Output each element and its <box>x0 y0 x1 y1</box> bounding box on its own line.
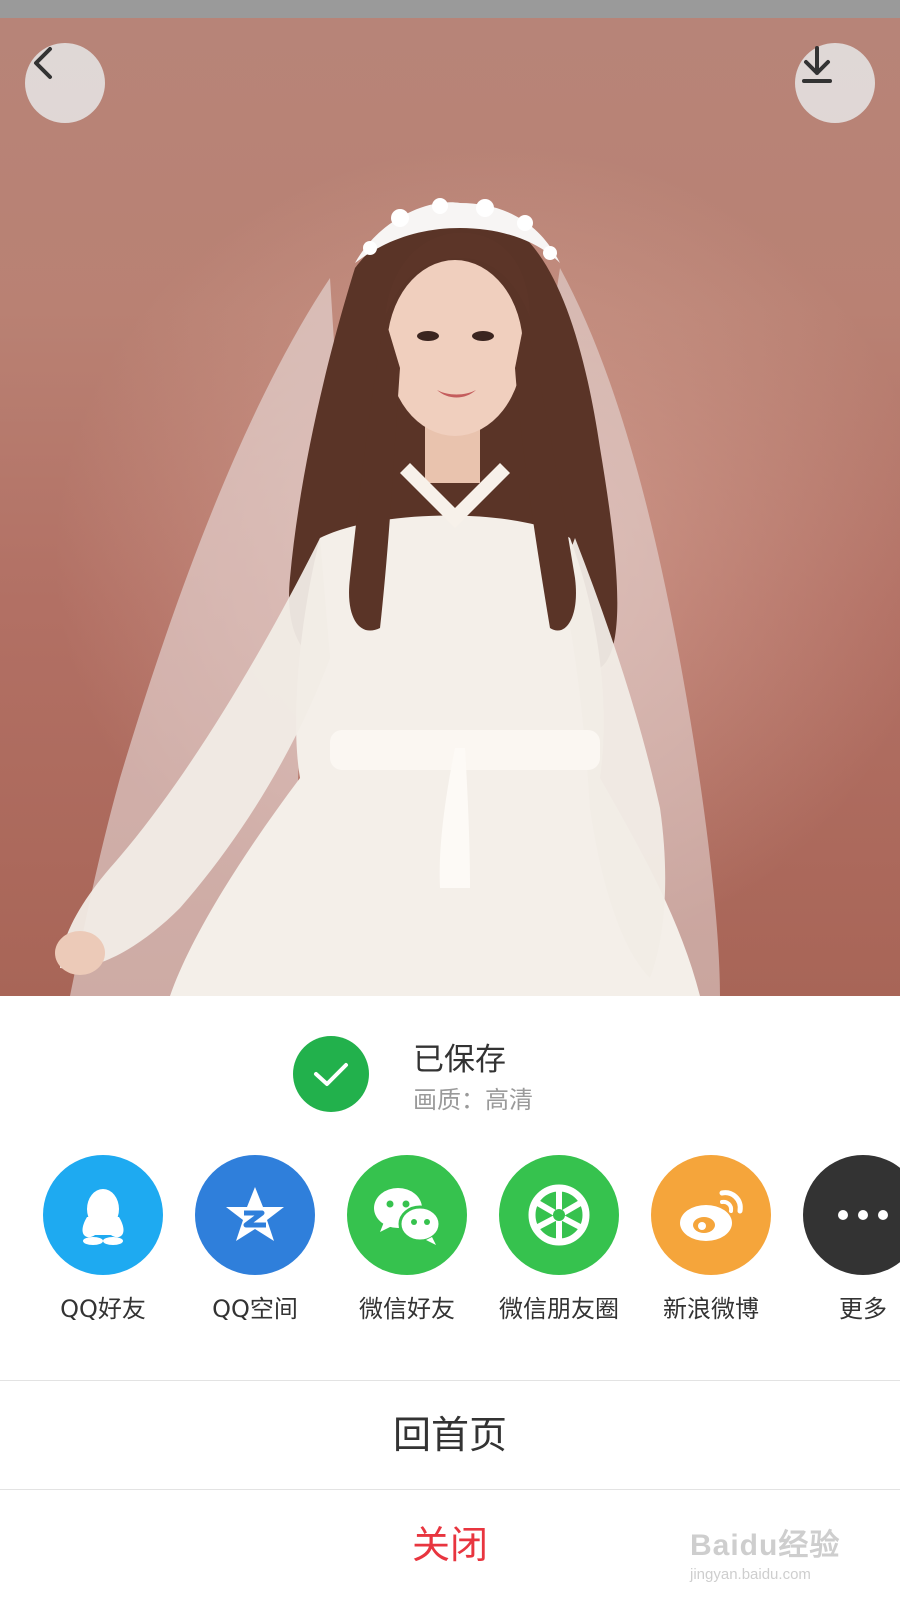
download-icon <box>802 46 832 83</box>
share-wechat-moments[interactable]: 微信朋友圈 <box>483 1155 635 1324</box>
watermark-url: jingyan.baidu.com <box>690 1566 811 1583</box>
share-label: QQ空间 <box>212 1295 298 1323</box>
download-button[interactable] <box>795 43 875 123</box>
saved-photo-preview <box>0 18 900 996</box>
share-label: 更多 <box>839 1295 887 1323</box>
checkmark-icon <box>314 1063 348 1086</box>
watermark-brand: Baidu经验 <box>690 1529 841 1562</box>
share-qzone[interactable]: QQ空间 <box>179 1155 331 1324</box>
share-sina-weibo[interactable]: 新浪微博 <box>635 1155 787 1324</box>
top-status-strip <box>0 0 900 18</box>
quality-status-text: 画质：高清 <box>413 1086 533 1114</box>
qq-penguin-icon <box>43 1155 163 1275</box>
share-label: 新浪微博 <box>663 1295 759 1323</box>
photo-illustration <box>55 198 720 996</box>
divider <box>0 1380 900 1381</box>
qzone-star-icon <box>195 1155 315 1275</box>
saved-check-badge <box>293 1036 369 1112</box>
wechat-icon <box>347 1155 467 1275</box>
share-label: 微信朋友圈 <box>499 1295 619 1323</box>
moments-shutter-icon <box>499 1155 619 1275</box>
back-to-home-button[interactable]: 回首页 <box>0 1382 900 1488</box>
back-button[interactable] <box>25 43 105 123</box>
more-dots-icon <box>803 1155 900 1275</box>
chevron-left-icon <box>34 47 52 79</box>
share-wechat-friends[interactable]: 微信好友 <box>331 1155 483 1324</box>
share-more[interactable]: 更多 <box>787 1155 900 1324</box>
share-targets-row: QQ好友 QQ空间 微信好友 微信朋友圈 新浪微博 更多 <box>0 1155 900 1325</box>
share-label: 微信好友 <box>359 1295 455 1323</box>
share-qq-friends[interactable]: QQ好友 <box>27 1155 179 1324</box>
weibo-icon <box>651 1155 771 1275</box>
baidu-jingyan-watermark: Baidu经验 jingyan.baidu.com <box>690 1520 870 1590</box>
share-label: QQ好友 <box>60 1295 146 1323</box>
saved-status-title: 已保存 <box>413 1042 506 1078</box>
